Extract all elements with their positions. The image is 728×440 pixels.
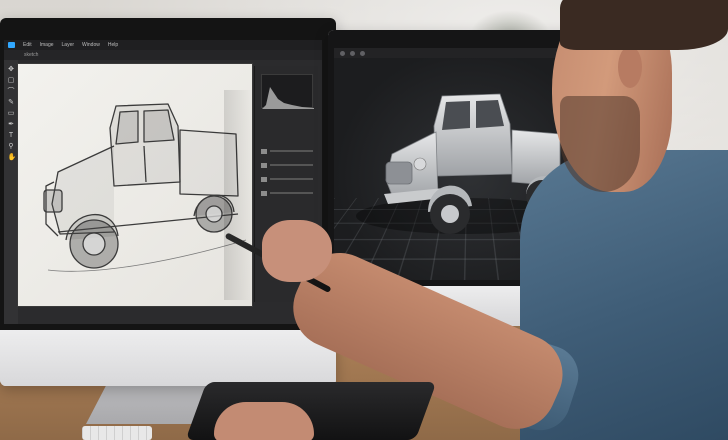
menu-item-image[interactable]: Image — [40, 42, 54, 48]
move-icon[interactable]: ✥ — [8, 66, 15, 73]
app-logo-icon — [8, 42, 15, 48]
brush-icon[interactable]: ✎ — [8, 99, 15, 106]
layer-row[interactable] — [261, 176, 313, 182]
histogram-curve — [262, 87, 314, 109]
person-left-hand — [214, 402, 314, 440]
person-hair — [560, 0, 728, 50]
layer-row[interactable] — [261, 148, 313, 154]
menu-item-edit[interactable]: Edit — [23, 42, 32, 48]
sketch-canvas[interactable] — [18, 64, 252, 306]
pen-icon[interactable]: ✒ — [8, 121, 15, 128]
truck-sketch — [43, 103, 247, 272]
hand-icon[interactable]: ✋ — [8, 154, 17, 161]
canvas-shadow — [224, 90, 254, 300]
histogram — [261, 74, 314, 109]
app-menubar: Edit Image Layer Window Help — [4, 40, 322, 50]
marquee-icon[interactable]: ▢ — [8, 77, 15, 84]
layer-row[interactable] — [261, 190, 313, 196]
menu-item-window[interactable]: Window — [82, 42, 100, 48]
layer-row[interactable] — [261, 162, 313, 168]
tools-panel: ✥ ▢ ⌒ ✎ ▭ ✒ T ⚲ ✋ — [4, 60, 18, 324]
keyboard[interactable] — [82, 426, 152, 440]
document-tab[interactable]: sketch — [24, 52, 38, 58]
left-monitor-chin — [0, 330, 336, 386]
document-tabbar: sketch — [4, 50, 322, 60]
zoom-icon[interactable]: ⚲ — [8, 143, 15, 150]
text-icon[interactable]: T — [8, 132, 15, 139]
menu-item-layer[interactable]: Layer — [62, 42, 75, 48]
menu-item-help[interactable]: Help — [108, 42, 118, 48]
eraser-icon[interactable]: ▭ — [8, 110, 15, 117]
person-hand — [262, 220, 332, 282]
left-monitor: Edit Image Layer Window Help sketch ✥ ▢ … — [0, 18, 336, 386]
person-ear — [618, 46, 642, 88]
lasso-icon[interactable]: ⌒ — [8, 88, 15, 95]
